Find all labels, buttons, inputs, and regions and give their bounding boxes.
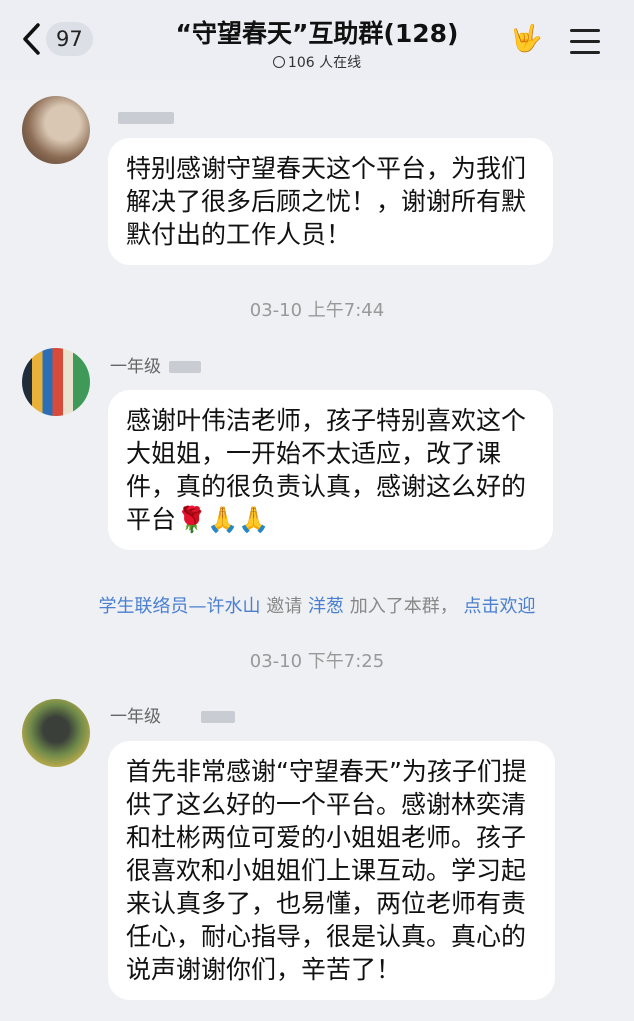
online-icon xyxy=(272,56,285,68)
invitee-link[interactable]: 洋葱 xyxy=(308,596,344,617)
timestamp: 03-10 下午7:25 xyxy=(249,651,385,672)
timestamp: 03-10 上午7:44 xyxy=(249,300,385,321)
avatar[interactable] xyxy=(22,348,90,416)
redacted-name xyxy=(169,361,201,373)
avatar[interactable] xyxy=(22,96,90,164)
sender-name: 一年级 xyxy=(110,352,201,377)
sender-name xyxy=(110,108,174,128)
system-notice: 学生联络员—许水山 邀请 洋葱 加入了本群， 点击欢迎 xyxy=(98,596,536,617)
avatar[interactable] xyxy=(22,699,90,767)
sender-name: 一年级 xyxy=(110,702,235,727)
message-bubble[interactable]: 首先非常感谢“守望春天”为孩子们提供了这么好的一个平台。感谢林奕清和杜彬两位可爱… xyxy=(108,741,555,1000)
hand-gesture-icon[interactable]: 🤟 xyxy=(510,24,542,54)
menu-icon[interactable] xyxy=(570,29,600,62)
redacted-name xyxy=(201,711,235,723)
message-bubble[interactable]: 感谢叶伟洁老师，孩子特别喜欢这个大姐姐，一开始不太适应，改了课件，真的很负责认真… xyxy=(108,390,553,550)
online-status: 106 人在线 xyxy=(0,52,634,72)
welcome-link[interactable]: 点击欢迎 xyxy=(463,596,535,617)
chat-header: 97 “守望春天”互助群(128) 106 人在线 🤟 xyxy=(0,0,634,80)
message-bubble[interactable]: 特别感谢守望春天这个平台，为我们解决了很多后顾之忧！，谢谢所有默默付出的工作人员… xyxy=(108,138,553,265)
online-count: 106 人在线 xyxy=(287,55,362,71)
redacted-name xyxy=(118,112,174,124)
inviter-link[interactable]: 学生联络员—许水山 xyxy=(99,596,261,617)
